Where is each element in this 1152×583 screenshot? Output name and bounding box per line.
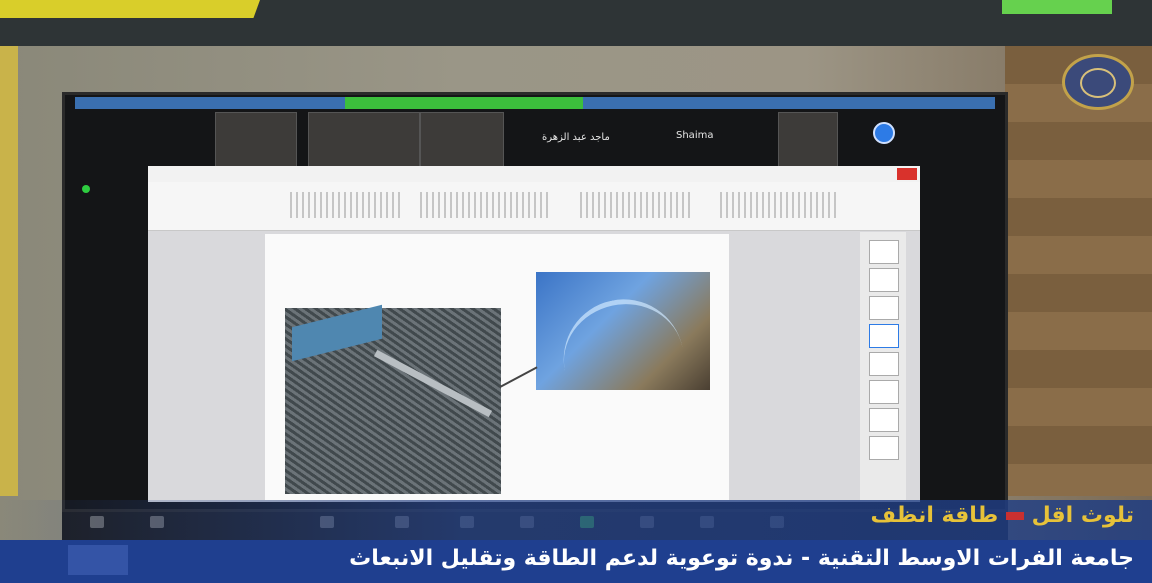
left-frame-edge [0, 46, 18, 496]
participant-video-4[interactable] [778, 112, 838, 170]
ribbon-group-4[interactable] [720, 192, 840, 218]
slide-thumbnail[interactable] [869, 436, 899, 460]
ribbon-group-1[interactable] [290, 192, 400, 218]
headline-separator [1005, 512, 1024, 520]
slide-thumbnail[interactable] [869, 380, 899, 404]
slide-thumbnail[interactable] [869, 240, 899, 264]
lower-third-left-block [68, 545, 128, 575]
ribbon-group-3[interactable] [580, 192, 690, 218]
yellow-accent-stripe [0, 0, 260, 18]
close-icon[interactable] [897, 168, 917, 180]
slide-thumbnail[interactable] [869, 268, 899, 292]
news-subline: جامعة الفرات الاوسط التقنية - ندوة توعوي… [349, 546, 1134, 571]
powerpoint-titlebar [148, 166, 920, 182]
slide-thumbnail-selected[interactable] [869, 324, 899, 348]
participant-video-1[interactable] [215, 112, 297, 170]
university-logo-inner [1080, 68, 1116, 98]
green-accent-stripe [1002, 0, 1112, 14]
wood-panel-wall [1005, 46, 1152, 496]
slide-thumbnail[interactable] [869, 408, 899, 432]
participant-name-1: ماجد عبد الزهرة [542, 132, 610, 143]
headline-part1: تلوث اقل [1031, 503, 1134, 528]
slide-thumbnail[interactable] [869, 296, 899, 320]
active-speaker-icon [873, 122, 895, 144]
recording-icon [82, 185, 90, 193]
slide-thumbnail[interactable] [869, 352, 899, 376]
headline: تلوث اقل طاقة انظف [870, 503, 1134, 528]
ribbon-group-2[interactable] [420, 192, 550, 218]
participant-video-3[interactable] [420, 112, 504, 170]
headline-part2: طاقة انظف [870, 503, 999, 528]
participant-video-2[interactable] [308, 112, 420, 170]
participant-name-2: Shaima [676, 130, 714, 141]
zoom-sharing-indicator [345, 97, 583, 109]
